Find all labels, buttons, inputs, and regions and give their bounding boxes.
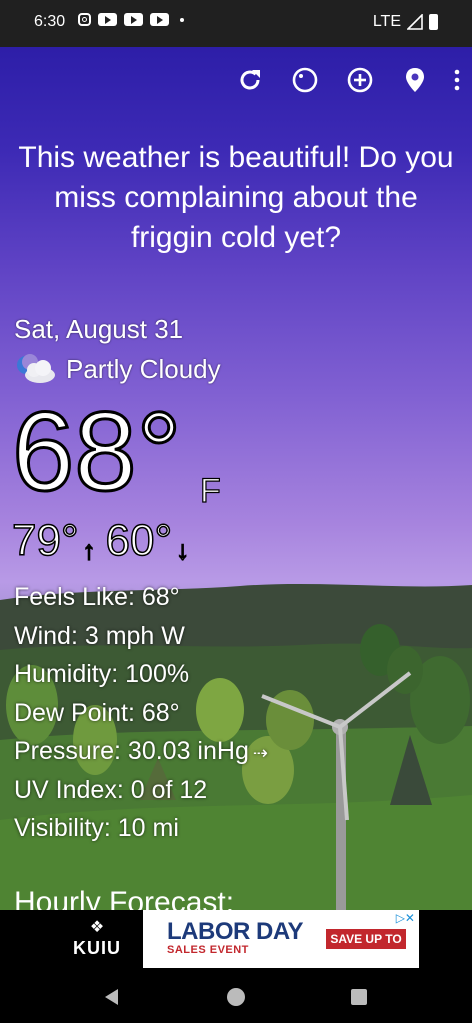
status-bar: 6:30 LTE: [0, 0, 472, 47]
overflow-menu-button[interactable]: [442, 65, 472, 95]
back-button[interactable]: [100, 985, 124, 1009]
youtube-icon: [150, 13, 169, 26]
arrow-up-icon: ↑: [82, 534, 97, 566]
ad-brand-name: KUIU: [73, 938, 121, 958]
ad-brand-logo[interactable]: ❖ KUIU: [64, 918, 130, 962]
ad-creative[interactable]: LABOR DAY SALES EVENT SAVE UP TO 40% ▷✕: [143, 910, 419, 968]
partly-cloudy-night-icon: [17, 354, 55, 383]
condition-text: Partly Cloudy: [66, 353, 221, 384]
pressure-row: Pressure: 30.03 inHg ⇢: [14, 732, 268, 771]
weather-headline: This weather is beautiful! Do you miss c…: [18, 141, 454, 254]
youtube-icon: [98, 13, 117, 26]
low-temperature: 60°: [105, 515, 173, 566]
location-pin-icon: [405, 68, 424, 92]
navigation-bar: [0, 970, 472, 1023]
signal-icon: [407, 14, 423, 30]
weather-details: Feels Like: 68° Wind: 3 mph W Humidity: …: [14, 578, 268, 848]
high-temperature: 79°: [11, 515, 79, 566]
pressure: Pressure: 30.03 inHg: [14, 737, 249, 765]
status-time: 6:30: [34, 13, 66, 30]
home-button[interactable]: [224, 985, 248, 1009]
feels-like: Feels Like: 68°: [14, 583, 180, 611]
ad-offer: SAVE UP TO 40%: [326, 929, 406, 966]
forecast-date: Sat, August 31: [14, 314, 184, 344]
arrow-down-icon: ↓: [175, 534, 190, 566]
instagram-icon: [78, 13, 91, 26]
add-location-icon: [347, 67, 372, 93]
notification-icons: [78, 13, 184, 26]
refresh-icon: [240, 70, 260, 90]
add-location-button[interactable]: [332, 65, 387, 95]
youtube-icon: [124, 13, 143, 26]
ad-headline: LABOR DAY: [167, 918, 303, 945]
adchoices-icon[interactable]: ▷✕: [396, 911, 415, 925]
current-temperature: 68°: [10, 389, 182, 514]
recents-button[interactable]: [347, 985, 371, 1009]
dew-point: Dew Point: 68°: [14, 698, 180, 727]
battery-icon: [429, 14, 438, 30]
back-icon: [105, 989, 118, 1005]
app-toolbar: [222, 65, 472, 95]
system-indicators: LTE: [373, 13, 438, 31]
theme-button[interactable]: [277, 65, 332, 95]
visibility: Visibility: 10 mi: [14, 814, 179, 842]
recents-icon: [351, 989, 367, 1005]
refresh-button[interactable]: [222, 65, 277, 95]
network-type: LTE: [372, 13, 401, 30]
ad-subline: SALES EVENT: [167, 944, 249, 956]
humidity: Humidity: 100%: [14, 660, 190, 688]
temperature-unit: F: [199, 471, 221, 510]
dot-icon: [180, 17, 184, 22]
theme-icon: [292, 67, 317, 93]
overflow-menu-icon: [454, 69, 460, 91]
high-low: 79° ↑ 60° ↓: [11, 515, 195, 566]
wind: Wind: 3 mph W: [14, 621, 185, 650]
pressure-steady-arrow-icon: ⇢: [252, 743, 268, 763]
location-button[interactable]: [387, 65, 442, 95]
home-icon: [227, 988, 245, 1006]
condition-row: Partly Cloudy: [14, 353, 221, 385]
uv-index: UV Index: 0 of 12: [14, 775, 208, 804]
kuiu-logo-icon: ❖: [89, 919, 105, 936]
